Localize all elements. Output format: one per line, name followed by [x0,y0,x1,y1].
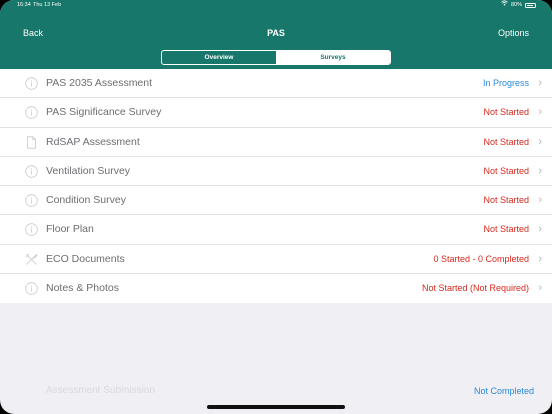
page-title: PAS [267,28,285,38]
info-icon [25,223,38,237]
wifi-icon [501,0,508,10]
battery-icon [525,2,536,8]
survey-label: RdSAP Assessment [46,135,140,148]
ipad-screen: 16:34 Thu 13 Feb 80% Back PAS Options Ov… [0,0,552,414]
survey-status: Not Started [483,136,529,147]
survey-status: Not Started [483,195,529,206]
tools-icon [25,253,38,266]
status-indicators: 80% [501,0,536,10]
chevron-right-icon: › [538,135,542,148]
survey-row-pas-2035[interactable]: PAS 2035 Assessment In Progress › [0,69,552,99]
info-icon [25,194,38,207]
document-icon [25,135,38,149]
info-icon [25,106,38,119]
survey-status: In Progress [482,78,529,88]
survey-status: Not Started [483,107,529,118]
chevron-right-icon: › [538,106,542,119]
chevron-right-icon: › [538,282,542,295]
tab-surveys[interactable]: Surveys [276,51,390,64]
submission-label: Assessment Submission [46,385,155,396]
survey-row-condition[interactable]: Condition Survey Not Started › [0,186,552,216]
segmented-control: Overview Surveys [161,50,391,65]
navigation-header: 16:34 Thu 13 Feb 80% Back PAS Options Ov… [0,0,552,69]
status-time: 16:34 [17,2,31,8]
survey-label: Notes & Photos [46,282,119,295]
status-date: Thu 13 Feb [33,2,62,8]
chevron-right-icon: › [538,252,542,265]
survey-label: Ventilation Survey [46,164,131,177]
chevron-right-icon: › [538,77,542,89]
assessment-submission-row[interactable]: Assessment Submission Not Completed [0,382,552,400]
home-indicator[interactable] [207,405,345,409]
survey-row-floor-plan[interactable]: Floor Plan Not Started › [0,215,552,245]
submission-status: Not Completed [473,386,534,396]
survey-status: Not Started [483,224,529,235]
survey-row-notes-photos[interactable]: Notes & Photos Not Started (Not Required… [0,274,552,303]
survey-label: ECO Documents [46,252,125,265]
status-bar: 16:34 Thu 13 Feb 80% [0,0,552,10]
info-icon [25,282,38,295]
survey-label: PAS Significance Survey [46,106,162,119]
battery-percent: 80% [510,2,522,8]
surveys-list: PAS 2035 Assessment In Progress › PAS Si… [0,69,552,304]
survey-row-eco-documents[interactable]: ECO Documents 0 Started - 0 Completed › [0,245,552,275]
survey-label: PAS 2035 Assessment [46,77,153,89]
survey-status: Not Started (Not Required) [421,283,529,294]
chevron-right-icon: › [538,164,542,177]
survey-row-rdsap[interactable]: RdSAP Assessment Not Started › [0,128,552,157]
survey-label: Floor Plan [46,223,94,236]
survey-row-pas-significance[interactable]: PAS Significance Survey Not Started › [0,98,552,128]
chevron-right-icon: › [538,223,542,236]
survey-status: 0 Started - 0 Completed [433,253,529,264]
options-button[interactable]: Options [498,28,529,38]
chevron-right-icon: › [538,194,542,207]
survey-row-ventilation[interactable]: Ventilation Survey Not Started › [0,157,552,187]
info-icon [25,77,38,90]
info-icon [25,165,38,178]
tab-overview[interactable]: Overview [162,51,276,64]
survey-label: Condition Survey [46,194,126,207]
survey-status: Not Started [483,165,529,176]
